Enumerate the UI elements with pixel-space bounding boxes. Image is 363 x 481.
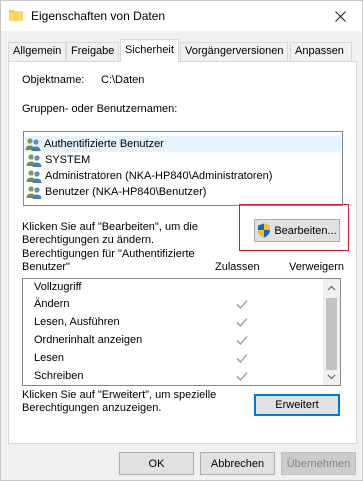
list-item[interactable]: Authentifizierte Benutzer <box>25 136 341 152</box>
close-button[interactable] <box>318 1 362 31</box>
chevron-up-icon <box>327 285 336 290</box>
advanced-hint-line1: Klicken Sie auf "Erweitert", um speziell… <box>22 389 217 401</box>
security-panel: Objektname: C:\Daten Gruppen- oder Benut… <box>8 61 357 444</box>
tab-sicherheit[interactable]: Sicherheit <box>120 39 179 62</box>
tab-anpassen[interactable]: Anpassen <box>290 42 352 61</box>
close-icon <box>334 10 346 22</box>
users-group-icon <box>25 137 41 151</box>
scroll-up-arrow[interactable] <box>323 279 340 296</box>
check-icon <box>235 369 249 383</box>
edit-hint-line2: Berechtigungen zu ändern. <box>22 234 155 246</box>
users-list[interactable]: Authentifizierte Benutzer SYSTEM Adminis… <box>23 131 343 206</box>
tab-freigabe[interactable]: Freigabe <box>66 42 120 61</box>
permission-name: Ändern <box>34 298 70 310</box>
user-name: Authentifizierte Benutzer <box>44 138 164 150</box>
permissions-for-line2: Benutzer" <box>22 261 70 273</box>
edit-hint-line1: Klicken Sie auf "Bearbeiten", um die <box>22 221 198 233</box>
chevron-down-icon <box>327 374 336 379</box>
table-row: Ordnerinhalt anzeigen <box>23 332 325 350</box>
permission-name: Schreiben <box>34 370 84 382</box>
title-bar: Eigenschaften von Daten <box>1 1 362 31</box>
window-title: Eigenschaften von Daten <box>31 9 166 23</box>
table-row: Ändern <box>23 296 325 314</box>
permissions-scrollbar[interactable] <box>323 279 340 385</box>
object-name-value: C:\Daten <box>101 74 145 86</box>
tab-vorgaengerversionen[interactable]: Vorgängerversionen <box>180 42 289 61</box>
table-row: Schreiben <box>23 368 325 385</box>
cancel-button[interactable]: Abbrechen <box>200 452 275 475</box>
annotation-highlight <box>239 204 349 251</box>
permission-name: Lesen, Ausführen <box>34 316 120 328</box>
object-name-label: Objektname: <box>22 74 85 86</box>
scroll-down-arrow[interactable] <box>323 368 340 385</box>
permissions-list[interactable]: Vollzugriff Ändern Lesen, Ausführen Ordn… <box>22 278 341 386</box>
permission-name: Lesen <box>34 352 64 364</box>
users-group-icon <box>26 153 42 167</box>
table-row: Vollzugriff <box>23 279 325 297</box>
list-item[interactable]: SYSTEM <box>26 152 90 168</box>
tab-allgemein[interactable]: Allgemein <box>8 42 67 61</box>
user-name: Benutzer (NKA-HP840\Benutzer) <box>45 186 207 198</box>
check-icon <box>235 351 249 365</box>
permissions-for-line1: Berechtigungen für "Authentifizierte <box>22 248 195 260</box>
users-group-icon <box>26 169 42 183</box>
list-item[interactable]: Benutzer (NKA-HP840\Benutzer) <box>26 184 206 200</box>
deny-column-header: Verweigern <box>289 261 345 273</box>
scroll-thumb[interactable] <box>326 298 337 370</box>
check-icon <box>235 333 249 347</box>
folder-icon <box>9 9 23 21</box>
permission-name: Ordnerinhalt anzeigen <box>34 334 143 346</box>
permission-name: Vollzugriff <box>34 281 82 293</box>
users-group-icon <box>26 185 42 199</box>
properties-dialog: Eigenschaften von Daten Allgemein Freiga… <box>0 0 363 481</box>
user-name: Administratoren (NKA-HP840\Administrator… <box>45 170 273 182</box>
tab-strip: Allgemein Freigabe Sicherheit Vorgängerv… <box>8 39 356 62</box>
apply-button[interactable]: Übernehmen <box>281 452 356 475</box>
user-name: SYSTEM <box>45 154 91 166</box>
advanced-hint-line2: Berechtigungen anzuzeigen. <box>22 402 162 414</box>
check-icon <box>235 315 249 329</box>
table-row: Lesen <box>23 350 325 368</box>
ok-button[interactable]: OK <box>119 452 194 475</box>
advanced-button[interactable]: Erweitert <box>254 394 340 416</box>
groups-label: Gruppen- oder Benutzernamen: <box>22 103 178 115</box>
check-icon <box>235 297 249 311</box>
list-item[interactable]: Administratoren (NKA-HP840\Administrator… <box>26 168 272 184</box>
table-row: Lesen, Ausführen <box>23 314 325 332</box>
allow-column-header: Zulassen <box>215 261 260 273</box>
